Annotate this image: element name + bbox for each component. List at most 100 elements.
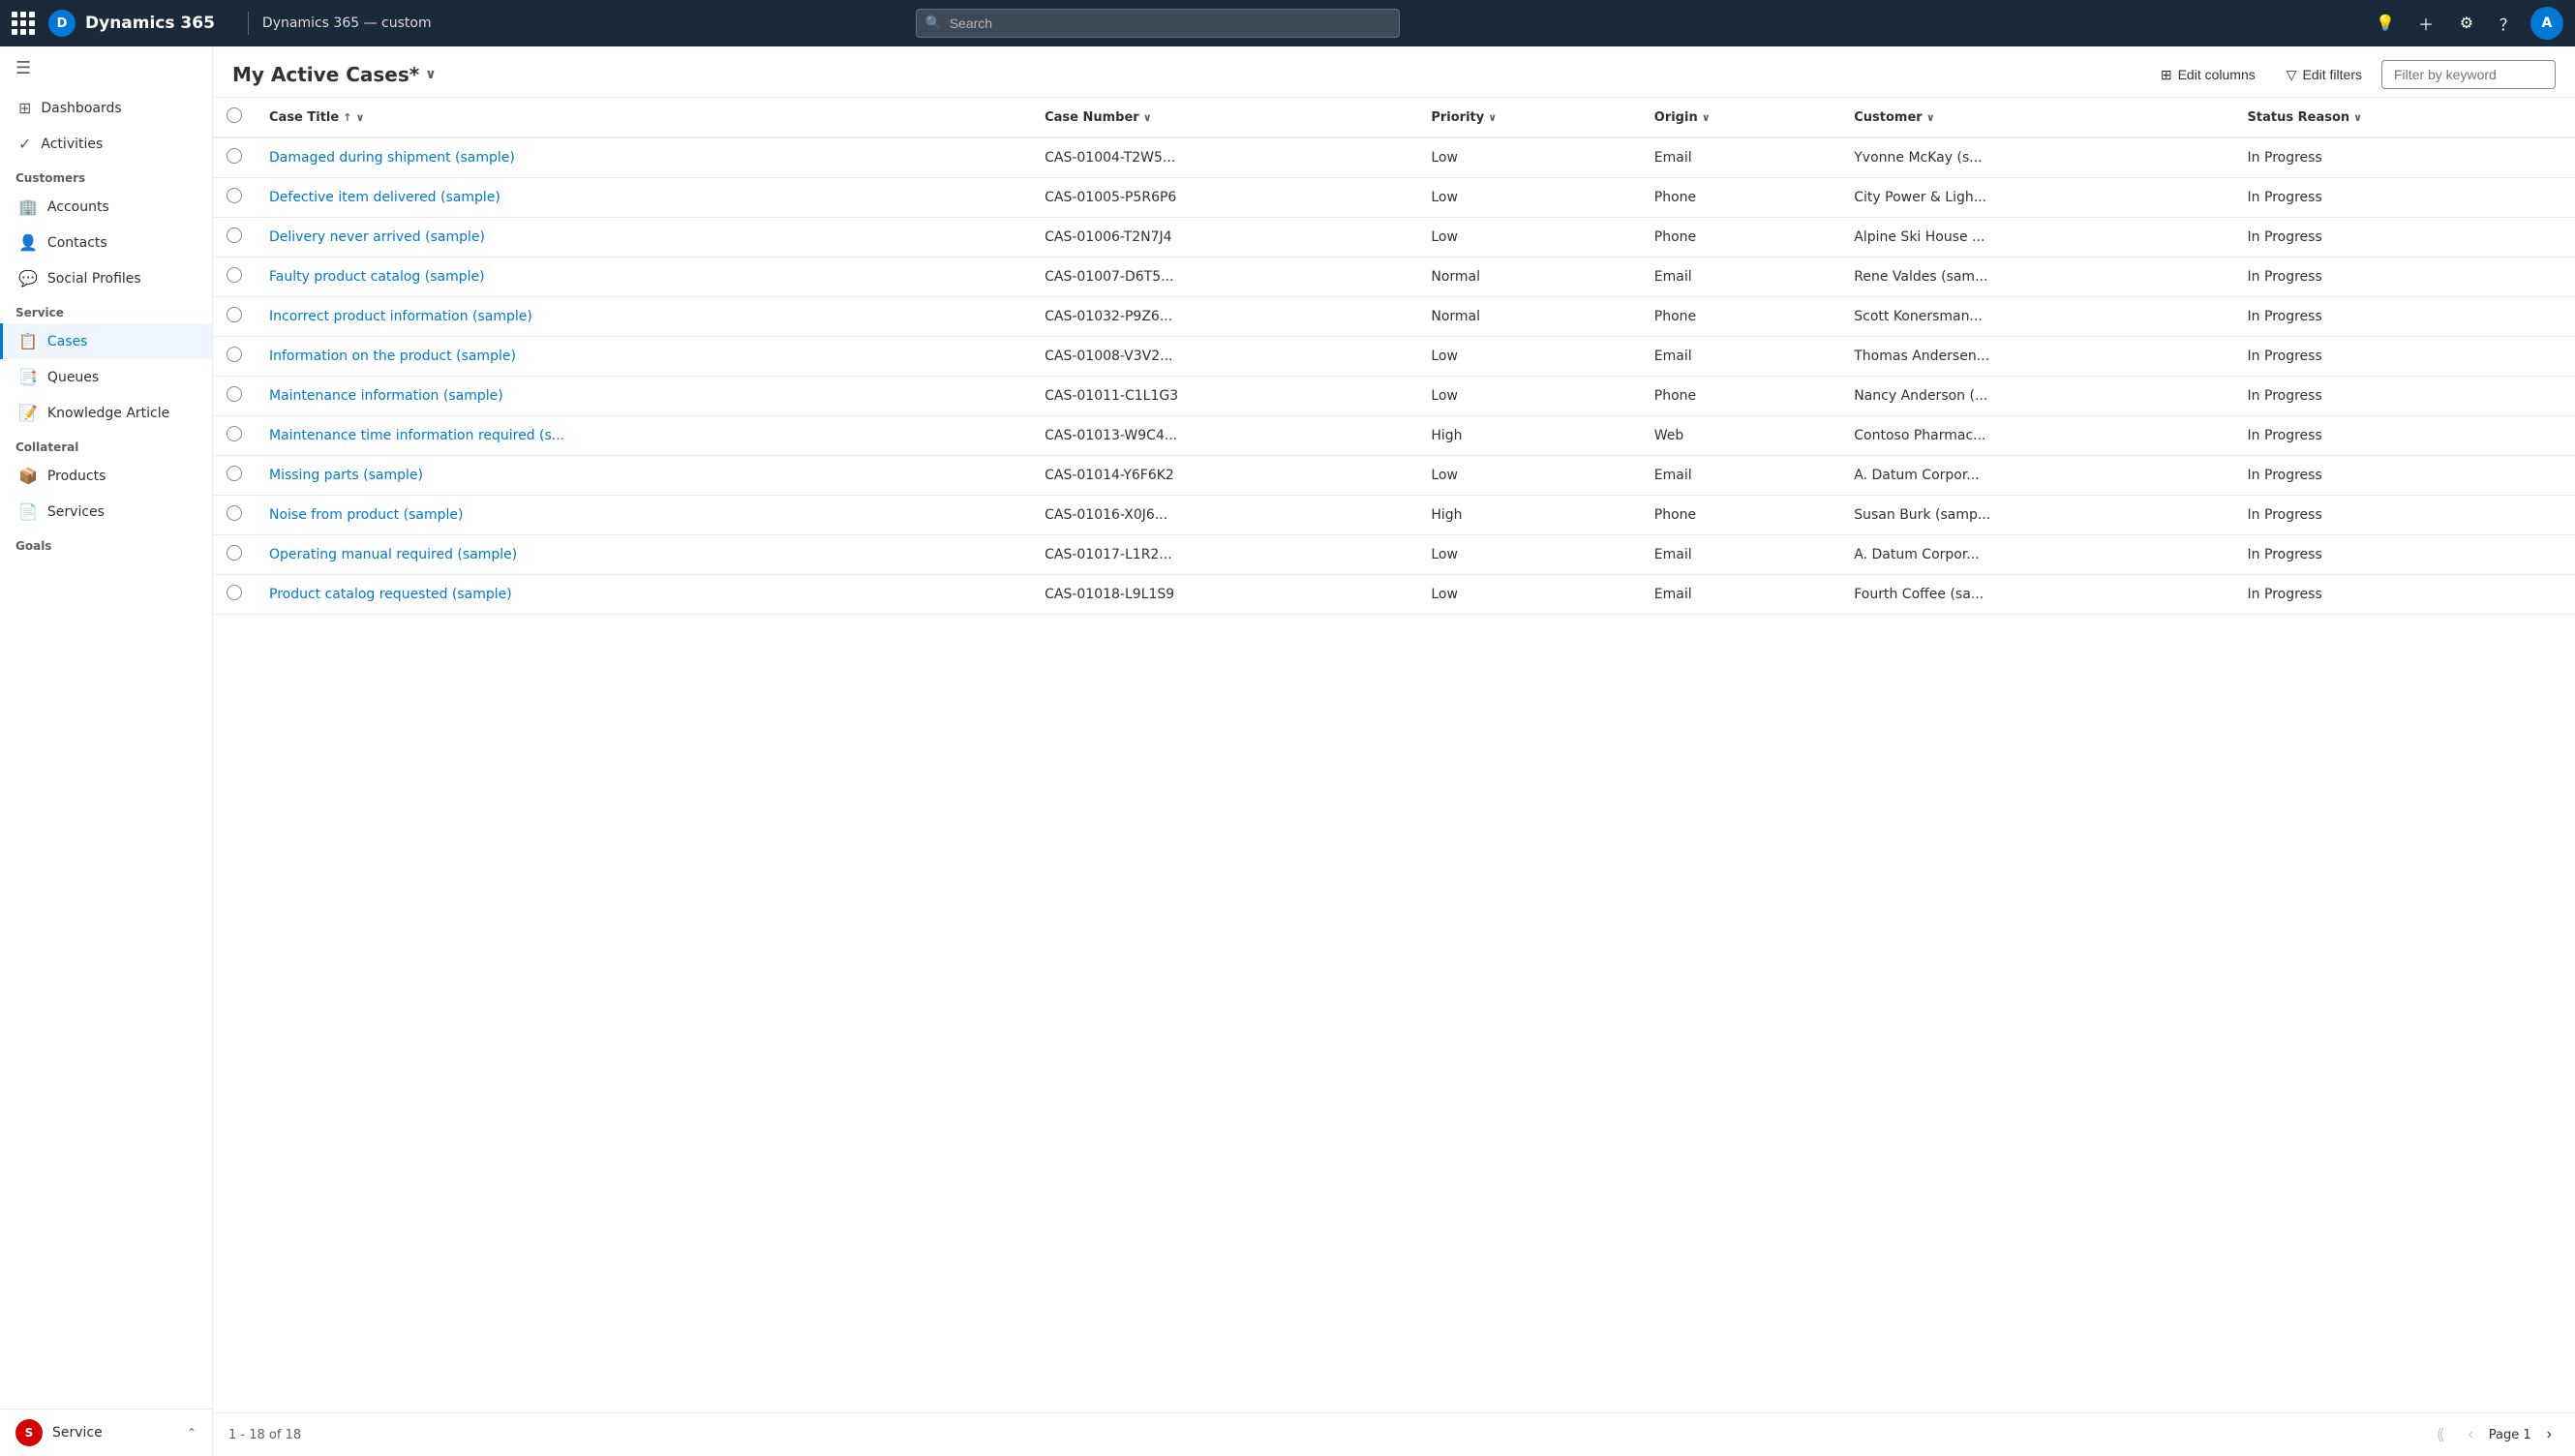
sidebar-toggle-button[interactable]: ☰ xyxy=(0,46,212,90)
sidebar-item-queues[interactable]: 📑 Queues xyxy=(0,359,212,395)
row-checkbox[interactable] xyxy=(227,386,242,402)
row-checkbox-cell[interactable] xyxy=(213,535,256,575)
row-checkbox[interactable] xyxy=(227,188,242,203)
filter-keyword-input[interactable] xyxy=(2381,60,2556,89)
sidebar-item-knowledge-article[interactable]: 📝 Knowledge Article xyxy=(0,395,212,431)
cell-case-number: CAS-01032-P9Z6... xyxy=(1031,297,1417,337)
col-origin-dropdown-icon[interactable]: ∨ xyxy=(1702,111,1711,124)
settings-button[interactable]: ⚙ xyxy=(2449,6,2484,41)
table-row[interactable]: Incorrect product information (sample) C… xyxy=(213,297,2575,337)
row-checkbox[interactable] xyxy=(227,505,242,521)
col-priority-dropdown-icon[interactable]: ∨ xyxy=(1488,111,1497,124)
table-row[interactable]: Product catalog requested (sample) CAS-0… xyxy=(213,575,2575,615)
row-checkbox[interactable] xyxy=(227,466,242,481)
row-checkbox-cell[interactable] xyxy=(213,456,256,496)
view-title-chevron-icon[interactable]: ∨ xyxy=(425,67,436,82)
col-customer[interactable]: Customer ∨ xyxy=(1840,98,2233,137)
edit-filters-button[interactable]: ▽ Edit filters xyxy=(2275,61,2374,89)
cell-priority: Normal xyxy=(1417,297,1640,337)
help-lightbulb-button[interactable]: 💡 xyxy=(2368,6,2403,41)
sidebar-bottom-item[interactable]: S Service ⌃ xyxy=(0,1410,212,1456)
first-page-button[interactable]: ⟪ xyxy=(2429,1421,2453,1448)
cell-priority: Low xyxy=(1417,377,1640,416)
row-checkbox-cell[interactable] xyxy=(213,575,256,615)
col-case-number[interactable]: Case Number ∨ xyxy=(1031,98,1417,137)
cell-case-title: Faulty product catalog (sample) xyxy=(256,258,1031,297)
top-navigation: D Dynamics 365 Dynamics 365 — custom 🔍 💡… xyxy=(0,0,2575,46)
select-all-checkbox[interactable] xyxy=(227,107,242,123)
row-checkbox-cell[interactable] xyxy=(213,416,256,456)
app-launcher-button[interactable] xyxy=(12,12,35,35)
sidebar-item-products[interactable]: 📦 Products xyxy=(0,458,212,494)
col-customer-dropdown-icon[interactable]: ∨ xyxy=(1926,111,1935,124)
row-checkbox[interactable] xyxy=(227,347,242,362)
select-all-col[interactable] xyxy=(213,98,256,137)
table-row[interactable]: Operating manual required (sample) CAS-0… xyxy=(213,535,2575,575)
question-button[interactable]: ？ xyxy=(2490,6,2525,41)
table-row[interactable]: Defective item delivered (sample) CAS-01… xyxy=(213,178,2575,218)
contacts-icon: 👤 xyxy=(18,233,38,252)
row-checkbox[interactable] xyxy=(227,426,242,441)
cell-customer: Scott Konersman... xyxy=(1840,297,2233,337)
col-dropdown-icon[interactable]: ∨ xyxy=(355,111,364,124)
cell-origin: Email xyxy=(1641,456,1840,496)
col-case-number-dropdown-icon[interactable]: ∨ xyxy=(1143,111,1152,124)
col-status-reason[interactable]: Status Reason ∨ xyxy=(2234,98,2575,137)
brand-icon: D xyxy=(48,10,76,37)
row-checkbox-cell[interactable] xyxy=(213,218,256,258)
next-page-button[interactable]: › xyxy=(2539,1422,2560,1447)
sidebar-item-dashboards[interactable]: ⊞ Dashboards xyxy=(0,90,212,126)
col-status-reason-dropdown-icon[interactable]: ∨ xyxy=(2353,111,2362,124)
table-row[interactable]: Information on the product (sample) CAS-… xyxy=(213,337,2575,377)
table-row[interactable]: Missing parts (sample) CAS-01014-Y6F6K2 … xyxy=(213,456,2575,496)
row-checkbox-cell[interactable] xyxy=(213,337,256,377)
row-checkbox[interactable] xyxy=(227,228,242,243)
sidebar-item-contacts[interactable]: 👤 Contacts xyxy=(0,225,212,260)
row-checkbox[interactable] xyxy=(227,267,242,283)
search-input[interactable] xyxy=(916,9,1400,38)
cell-priority: Low xyxy=(1417,218,1640,258)
sidebar-item-label: Contacts xyxy=(47,235,107,251)
row-checkbox-cell[interactable] xyxy=(213,496,256,535)
sidebar: ☰ ⊞ Dashboards ✓ Activities Customers 🏢 … xyxy=(0,46,213,1456)
sidebar-item-label: Services xyxy=(47,504,105,520)
cell-case-number: CAS-01011-C1L1G3 xyxy=(1031,377,1417,416)
row-checkbox-cell[interactable] xyxy=(213,178,256,218)
add-button[interactable]: ＋ xyxy=(2408,6,2443,41)
col-priority[interactable]: Priority ∨ xyxy=(1417,98,1640,137)
cell-origin: Email xyxy=(1641,137,1840,178)
cell-case-title: Noise from product (sample) xyxy=(256,496,1031,535)
col-origin[interactable]: Origin ∨ xyxy=(1641,98,1840,137)
table-row[interactable]: Damaged during shipment (sample) CAS-010… xyxy=(213,137,2575,178)
table-row[interactable]: Noise from product (sample) CAS-01016-X0… xyxy=(213,496,2575,535)
page-label: Page 1 xyxy=(2489,1428,2531,1442)
col-case-title[interactable]: Case Title ↑ ∨ xyxy=(256,98,1031,137)
sidebar-item-accounts[interactable]: 🏢 Accounts xyxy=(0,189,212,225)
avatar[interactable]: A xyxy=(2530,7,2563,40)
table-row[interactable]: Maintenance information (sample) CAS-010… xyxy=(213,377,2575,416)
sidebar-item-activities[interactable]: ✓ Activities xyxy=(0,126,212,162)
row-checkbox[interactable] xyxy=(227,545,242,561)
cell-customer: Susan Burk (samp... xyxy=(1840,496,2233,535)
table-row[interactable]: Delivery never arrived (sample) CAS-0100… xyxy=(213,218,2575,258)
table-row[interactable]: Faulty product catalog (sample) CAS-0100… xyxy=(213,258,2575,297)
cell-customer: Yvonne McKay (s... xyxy=(1840,137,2233,178)
section-label-goals: Goals xyxy=(0,530,212,557)
sidebar-item-social-profiles[interactable]: 💬 Social Profiles xyxy=(0,260,212,296)
cell-priority: Low xyxy=(1417,535,1640,575)
edit-columns-button[interactable]: ⊞ Edit columns xyxy=(2149,61,2267,89)
row-checkbox[interactable] xyxy=(227,307,242,322)
row-checkbox-cell[interactable] xyxy=(213,258,256,297)
row-checkbox[interactable] xyxy=(227,585,242,600)
section-label-service: Service xyxy=(0,296,212,323)
table-body: Damaged during shipment (sample) CAS-010… xyxy=(213,137,2575,615)
prev-page-button[interactable]: ‹ xyxy=(2460,1422,2480,1447)
row-checkbox-cell[interactable] xyxy=(213,137,256,178)
sidebar-item-cases[interactable]: 📋 Cases xyxy=(0,323,212,359)
cell-customer: A. Datum Corpor... xyxy=(1840,456,2233,496)
sidebar-item-services[interactable]: 📄 Services xyxy=(0,494,212,530)
row-checkbox[interactable] xyxy=(227,148,242,164)
table-row[interactable]: Maintenance time information required (s… xyxy=(213,416,2575,456)
row-checkbox-cell[interactable] xyxy=(213,297,256,337)
row-checkbox-cell[interactable] xyxy=(213,377,256,416)
